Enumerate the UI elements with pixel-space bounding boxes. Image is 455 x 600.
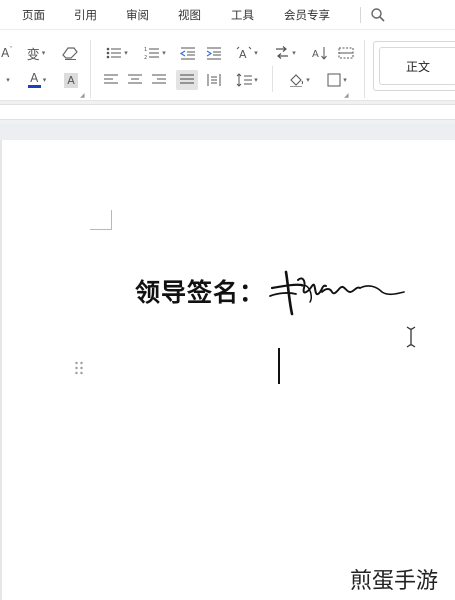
font-dialog-launcher[interactable]: ◢ [80, 92, 85, 99]
sort-icon: A [312, 47, 327, 60]
align-right-button[interactable] [150, 70, 168, 90]
ribbon-divider [90, 40, 91, 98]
text-cursor [278, 348, 280, 384]
distributed-icon [207, 74, 221, 86]
style-normal-label: 正文 [405, 59, 430, 74]
bullet-list-button[interactable]: ▾ [102, 43, 132, 63]
search-icon[interactable] [370, 7, 386, 23]
watermark: 煎蛋手游 [350, 569, 439, 594]
signature-label: 领导签名： [135, 278, 266, 307]
ribbon-divider [272, 66, 273, 92]
document-page[interactable] [0, 140, 455, 600]
line-spacing-button[interactable]: ▾ [232, 70, 262, 90]
line-spacing-icon [236, 73, 253, 87]
handwritten-signature [269, 270, 405, 316]
char-shading-label: A [64, 72, 78, 88]
menu-divider [360, 7, 361, 23]
decrease-indent-icon [180, 47, 195, 60]
margin-corner-mark [90, 210, 112, 230]
menu-review[interactable]: 审阅 [126, 7, 149, 23]
clear-format-icon [62, 47, 78, 60]
menu-references[interactable]: 引用 [74, 7, 97, 23]
drag-handle-icon[interactable] [74, 360, 84, 376]
clear-format-button[interactable] [60, 43, 80, 63]
menu-view[interactable]: 视图 [178, 7, 201, 23]
ribbon-divider [364, 40, 365, 98]
align-left-icon [104, 74, 118, 84]
chinese-layout-button[interactable]: ▾ [270, 43, 300, 63]
font-size-decrease-button[interactable]: Aˇ [0, 43, 14, 63]
distributed-button[interactable] [204, 70, 224, 90]
menu-bar: 页面 引用 审阅 视图 工具 会员专享 [0, 0, 455, 30]
sort-button[interactable]: A [310, 43, 330, 63]
numbered-list-icon: 1 2 [144, 47, 160, 60]
menu-member[interactable]: 会员专享 [284, 7, 330, 23]
font-size-label: A [1, 46, 10, 60]
font-option-caret[interactable]: ▾ [0, 70, 14, 90]
paragraph-dialog-launcher[interactable]: ◢ [344, 92, 349, 99]
table-borders-icon [338, 47, 354, 59]
numbered-list-button[interactable]: 1 2 ▾ [140, 43, 170, 63]
justify-button[interactable] [176, 70, 198, 90]
ibeam-cursor-icon [406, 326, 416, 348]
font-color-button[interactable]: A ▾ [22, 70, 52, 90]
justify-icon [180, 74, 194, 84]
svg-text:1: 1 [144, 47, 147, 53]
text-direction-button[interactable]: A ▾ [232, 43, 262, 63]
text-direction-icon: A [236, 46, 252, 60]
table-borders-button[interactable] [336, 43, 356, 63]
shading-icon [290, 74, 304, 87]
style-gallery[interactable]: 正文 [373, 41, 455, 91]
decrease-indent-button[interactable] [178, 43, 198, 63]
increase-indent-button[interactable] [204, 43, 224, 63]
increase-indent-icon [206, 47, 221, 60]
page-gap [0, 124, 455, 140]
align-center-icon [128, 74, 142, 84]
align-center-button[interactable] [126, 70, 144, 90]
shading-button[interactable]: ▾ [284, 70, 314, 90]
font-color-label: A [30, 71, 39, 85]
font-color-swatch [27, 85, 41, 88]
align-left-button[interactable] [102, 70, 120, 90]
svg-text:2: 2 [144, 55, 147, 60]
chinese-layout-icon [276, 46, 289, 59]
page-edge [0, 140, 2, 600]
bullet-list-icon [106, 47, 122, 59]
horizontal-ruler[interactable] [0, 104, 455, 120]
align-right-icon [152, 74, 166, 84]
char-shading-button[interactable]: A [62, 70, 80, 90]
svg-text:A: A [312, 49, 319, 60]
svg-text:A: A [239, 48, 247, 60]
style-normal[interactable]: 正文 [379, 47, 455, 85]
char-label: 变 [26, 47, 40, 63]
menu-page[interactable]: 页面 [22, 7, 45, 23]
phonetic-guide-button[interactable]: 变 ▾ [22, 43, 50, 63]
borders-icon [327, 73, 341, 87]
borders-button[interactable]: ▾ [322, 70, 352, 90]
menu-tools[interactable]: 工具 [231, 7, 254, 23]
